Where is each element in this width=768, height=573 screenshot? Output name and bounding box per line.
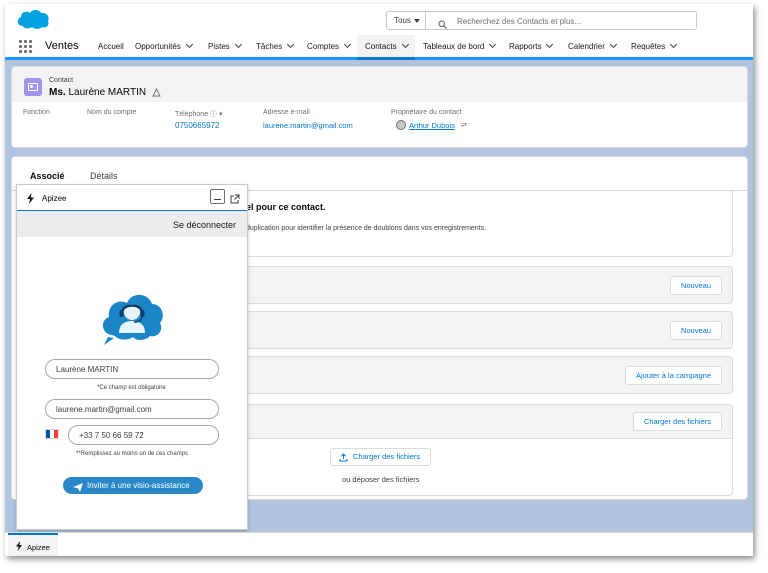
chevron-down-icon xyxy=(609,40,617,49)
record-highlights: Fonction Nom du compte Téléphone ⓘ ▾ 075… xyxy=(11,102,748,148)
search-icon xyxy=(438,16,447,34)
utility-item-apizee[interactable]: Apizee xyxy=(8,533,58,556)
files-related-list: Charger des fichiers Charger des fichier… xyxy=(245,404,733,496)
phone-value[interactable]: 0750665972 xyxy=(175,121,220,130)
apizee-panel: Apizee Se déconnecter Laurène MARTIN *Ce… xyxy=(16,184,248,530)
chevron-down-icon xyxy=(401,40,409,49)
caret-down-icon xyxy=(414,19,420,23)
phone-field[interactable]: +33 7 50 66 59 72 xyxy=(68,425,219,445)
paper-plane-icon xyxy=(73,481,83,498)
upload-icon xyxy=(339,452,348,468)
email-field[interactable]: laurene.martin@gmail.com xyxy=(45,399,219,419)
search-placeholder: Recherchez des Contacts et plus... xyxy=(457,17,582,26)
popout-icon[interactable] xyxy=(230,191,240,209)
global-header: Tous Recherchez des Contacts et plus... xyxy=(5,4,753,34)
minimize-icon[interactable] xyxy=(210,189,225,204)
duplicate-rules-card: el pour ce contact. duplication pour ide… xyxy=(245,190,733,257)
account-label: Nom du compte xyxy=(87,109,137,116)
nav-item-accueil[interactable]: Accueil xyxy=(98,42,124,51)
chevron-down-icon xyxy=(546,40,554,49)
upload-files-button[interactable]: Charger des fichiers xyxy=(330,448,432,468)
upload-files-header-button[interactable]: Charger des fichiers xyxy=(632,412,722,431)
owner-value[interactable]: Arthur Dubois xyxy=(409,121,455,130)
related-list-campaigns: Ajouter à la campagne xyxy=(245,356,733,394)
nav-item-requetes[interactable]: Requêtes xyxy=(631,40,678,51)
email-label: Adresse e-mail xyxy=(263,109,310,116)
fill-hint: **Remplissez au moins un de ces champs xyxy=(76,451,189,457)
nav-item-pistes[interactable]: Pistes xyxy=(208,40,242,51)
files-header: Charger des fichiers xyxy=(246,405,732,439)
related-list-1: Nouveau xyxy=(245,266,733,304)
chevron-down-icon xyxy=(489,40,497,49)
email-value[interactable]: laurene.martin@gmail.com xyxy=(263,121,353,130)
chevron-down-icon xyxy=(343,40,352,49)
utility-bar: Apizee xyxy=(5,532,753,556)
new-button-1[interactable]: Nouveau xyxy=(669,276,722,295)
tab-associe[interactable]: Associé xyxy=(30,171,65,181)
add-to-campaign-button[interactable]: Ajouter à la campagne xyxy=(624,366,722,385)
salesforce-logo[interactable] xyxy=(15,8,51,35)
nav-item-calendrier[interactable]: Calendrier xyxy=(568,40,617,51)
name-field[interactable]: Laurène MARTIN xyxy=(45,359,219,379)
invite-visio-button[interactable]: Inviter à une visio-assistance xyxy=(63,477,203,494)
lightning-bolt-icon xyxy=(26,191,35,209)
lightning-bolt-icon xyxy=(15,541,23,553)
duplicate-text: duplication pour identifier la présence … xyxy=(246,225,487,232)
caret-down-icon: ▾ xyxy=(219,111,223,118)
required-hint: *Ce champ est obligatoire xyxy=(97,385,166,391)
global-search-input[interactable]: Recherchez des Contacts et plus... xyxy=(425,11,697,30)
nav-item-tableaux-de-bord[interactable]: Tableaux de bord xyxy=(423,40,497,51)
chevron-down-icon xyxy=(234,40,242,49)
record-name: Ms. Laurène MARTIN xyxy=(49,87,147,98)
related-list-2: Nouveau xyxy=(245,311,733,349)
info-icon: ⓘ xyxy=(210,111,218,118)
app-launcher-icon[interactable] xyxy=(19,40,32,53)
apizee-panel-header: Apizee xyxy=(17,185,247,211)
chevron-down-icon xyxy=(287,40,295,49)
search-scope-label: Tous xyxy=(394,16,411,25)
nav-bar: Ventes Accueil Opportunités Pistes Tâche… xyxy=(5,35,753,60)
app-name: Ventes xyxy=(45,40,79,52)
nav-item-comptes[interactable]: Comptes xyxy=(307,40,352,51)
new-button-2[interactable]: Nouveau xyxy=(669,321,722,340)
duplicate-title: el pour ce contact. xyxy=(246,202,326,212)
nav-item-rapports[interactable]: Rapports xyxy=(509,40,554,51)
fonction-label: Fonction xyxy=(23,109,50,116)
apizee-panel-title: Apizee xyxy=(42,194,67,203)
tab-details[interactable]: Détails xyxy=(90,171,118,181)
search-scope-select[interactable]: Tous xyxy=(386,11,426,30)
record-type-label: Contact xyxy=(49,77,74,84)
owner-avatar xyxy=(396,120,406,130)
nav-item-taches[interactable]: Tâches xyxy=(256,40,295,51)
logout-button[interactable]: Se déconnecter xyxy=(17,211,247,237)
owner-label: Propriétaire du contact xyxy=(391,109,462,116)
contact-icon xyxy=(24,78,42,96)
chevron-down-icon xyxy=(670,40,678,49)
app-window: Tous Recherchez des Contacts et plus... … xyxy=(5,4,753,556)
apizee-logo xyxy=(98,287,166,352)
chevron-down-icon xyxy=(185,40,193,49)
nav-item-contacts[interactable]: Contacts xyxy=(365,40,409,51)
drop-files-text: ou déposer des fichiers xyxy=(342,475,420,484)
france-flag[interactable] xyxy=(45,429,59,439)
record-header: Contact Ms. Laurène MARTIN xyxy=(11,66,748,102)
phone-label[interactable]: Téléphone ⓘ ▾ xyxy=(175,109,223,119)
hierarchy-icon[interactable] xyxy=(152,87,161,99)
change-owner-icon[interactable]: ⇄ xyxy=(461,121,467,129)
nav-item-opportunites[interactable]: Opportunités xyxy=(135,40,193,51)
